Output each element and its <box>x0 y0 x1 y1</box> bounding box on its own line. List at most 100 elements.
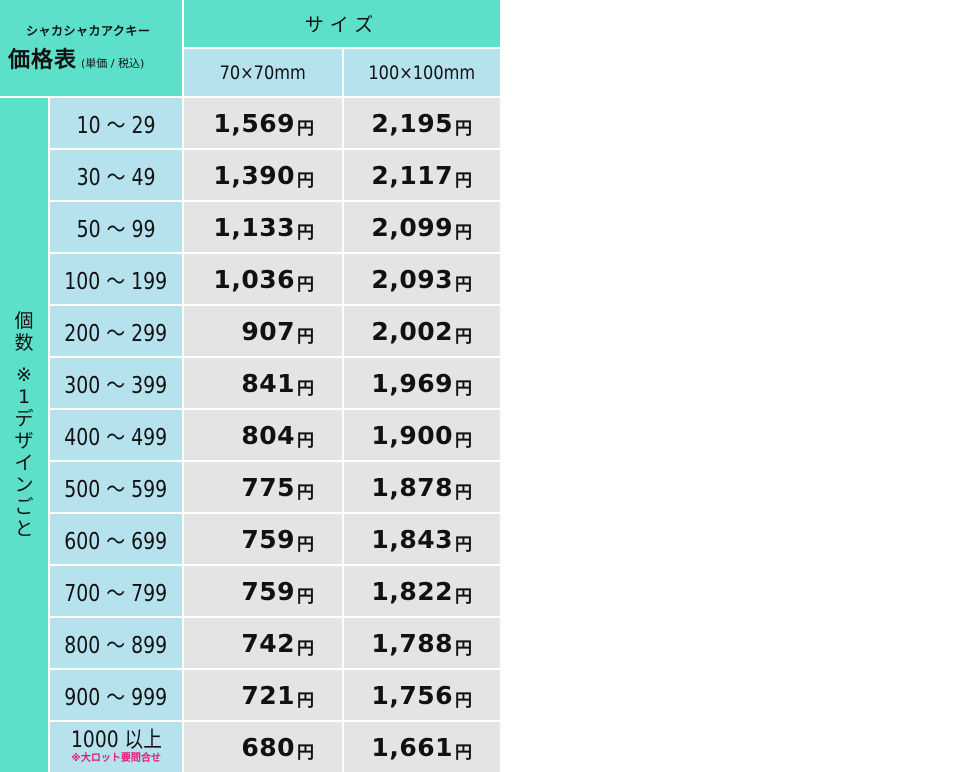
quantity-label-char: ン <box>14 474 34 496</box>
quantity-range: 800 ～ 899 <box>64 633 168 659</box>
price-value: 759 <box>241 576 295 606</box>
quantity-range: 400 ～ 499 <box>64 425 168 451</box>
quantity-range-cell: 800 ～ 899 <box>50 618 182 668</box>
price-70-cell: 1,569 円 <box>184 98 342 148</box>
yen-unit: 円 <box>455 430 472 451</box>
quantity-vertical-text: 個数 ※ 1 デザインごと <box>14 310 33 540</box>
quantity-range: 500 ～ 599 <box>64 477 168 503</box>
quantity-label-char: ※ <box>16 364 32 386</box>
price-value: 2,093 <box>371 264 453 294</box>
price-70-cell: 804 円 <box>184 410 342 460</box>
quantity-range: 100 ～ 199 <box>64 269 168 295</box>
price-value: 1,569 <box>213 108 295 138</box>
price-value: 1,756 <box>371 680 453 710</box>
quantity-range-cell: 900 ～ 999 <box>50 670 182 720</box>
yen-unit: 円 <box>455 638 472 659</box>
yen-unit: 円 <box>455 742 472 763</box>
title-text: 価格表 <box>8 48 78 73</box>
quantity-range-cell: 700 ～ 799 <box>50 566 182 616</box>
price-100-cell: 1,843 円 <box>344 514 500 564</box>
quantity-range-cell: 500 ～ 599 <box>50 462 182 512</box>
price-70-cell: 841 円 <box>184 358 342 408</box>
yen-unit: 円 <box>297 534 314 555</box>
size-70-label: 70×70mm <box>219 61 307 84</box>
price-100-cell: 1,788 円 <box>344 618 500 668</box>
price-value: 721 <box>241 680 295 710</box>
quantity-range: 900 ～ 999 <box>64 685 168 711</box>
price-100-cell: 2,002 円 <box>344 306 500 356</box>
quantity-range-cell: 600 ～ 699 <box>50 514 182 564</box>
price-value: 1,878 <box>371 472 453 502</box>
quantity-label-char: イ <box>14 452 34 474</box>
quantity-range-cell: 300 ～ 399 <box>50 358 182 408</box>
yen-unit: 円 <box>297 690 314 711</box>
price-70-cell: 721 円 <box>184 670 342 720</box>
price-value: 775 <box>241 472 295 502</box>
large-lot-note: ※大ロット要問合せ <box>71 753 161 764</box>
price-70-cell: 759 円 <box>184 566 342 616</box>
price-value: 680 <box>241 732 295 762</box>
quantity-range: 700 ～ 799 <box>64 581 168 607</box>
quantity-label-char: ご <box>14 496 34 518</box>
yen-unit: 円 <box>455 586 472 607</box>
price-70-cell: 742 円 <box>184 618 342 668</box>
product-name: シャカシャカアクキー <box>26 24 151 38</box>
yen-unit: 円 <box>297 326 314 347</box>
size-100-header: 100×100mm <box>344 49 500 96</box>
price-value: 907 <box>241 316 295 346</box>
table-title-cell: シャカシャカアクキー 価格表 (単価 / 税込) <box>0 0 182 96</box>
yen-unit: 円 <box>297 222 314 243</box>
size-header: サイズ <box>184 0 500 47</box>
price-value: 2,195 <box>371 108 453 138</box>
quantity-range: 30 ～ 49 <box>76 165 156 191</box>
price-value: 742 <box>241 628 295 658</box>
tax-note: (単価 / 税込) <box>81 57 145 70</box>
yen-unit: 円 <box>455 118 472 139</box>
size-100-label: 100×100mm <box>368 61 476 84</box>
quantity-label-char: 数 <box>14 332 34 354</box>
quantity-range-cell: 50 ～ 99 <box>50 202 182 252</box>
page-title: 価格表 (単価 / 税込) <box>8 42 144 74</box>
yen-unit: 円 <box>455 170 472 191</box>
yen-unit: 円 <box>297 378 314 399</box>
quantity-range: 1000 以上 <box>70 728 162 753</box>
price-value: 1,969 <box>371 368 453 398</box>
quantity-range: 600 ～ 699 <box>64 529 168 555</box>
price-100-cell: 1,822 円 <box>344 566 500 616</box>
quantity-range: 300 ～ 399 <box>64 373 168 399</box>
price-value: 1,843 <box>371 524 453 554</box>
price-70-cell: 759 円 <box>184 514 342 564</box>
quantity-range-cell: 100 ～ 199 <box>50 254 182 304</box>
quantity-range-cell: 30 ～ 49 <box>50 150 182 200</box>
price-value: 1,900 <box>371 420 453 450</box>
quantity-label-char: と <box>14 518 34 540</box>
quantity-range-cell: 200 ～ 299 <box>50 306 182 356</box>
price-value: 1,390 <box>213 160 295 190</box>
price-table: シャカシャカアクキー 価格表 (単価 / 税込) サイズ 70×70mm 100… <box>0 0 500 772</box>
size-70-header: 70×70mm <box>184 49 342 96</box>
quantity-range: 50 ～ 99 <box>76 217 156 243</box>
price-value: 841 <box>241 368 295 398</box>
price-value: 2,002 <box>371 316 453 346</box>
price-100-cell: 2,117 円 <box>344 150 500 200</box>
yen-unit: 円 <box>297 586 314 607</box>
quantity-label-char: 個 <box>14 310 34 332</box>
yen-unit: 円 <box>455 326 472 347</box>
quantity-label-char: ザ <box>14 430 34 452</box>
yen-unit: 円 <box>455 274 472 295</box>
quantity-label-char: デ <box>14 408 34 430</box>
quantity-range-cell: 400 ～ 499 <box>50 410 182 460</box>
price-100-cell: 1,969 円 <box>344 358 500 408</box>
yen-unit: 円 <box>297 482 314 503</box>
price-100-cell: 1,661 円 <box>344 722 500 772</box>
yen-unit: 円 <box>297 742 314 763</box>
price-value: 1,788 <box>371 628 453 658</box>
price-100-cell: 2,099 円 <box>344 202 500 252</box>
yen-unit: 円 <box>455 482 472 503</box>
price-70-cell: 1,390 円 <box>184 150 342 200</box>
price-70-cell: 680 円 <box>184 722 342 772</box>
price-value: 1,661 <box>371 732 453 762</box>
price-value: 1,036 <box>213 264 295 294</box>
price-100-cell: 1,756 円 <box>344 670 500 720</box>
yen-unit: 円 <box>297 638 314 659</box>
